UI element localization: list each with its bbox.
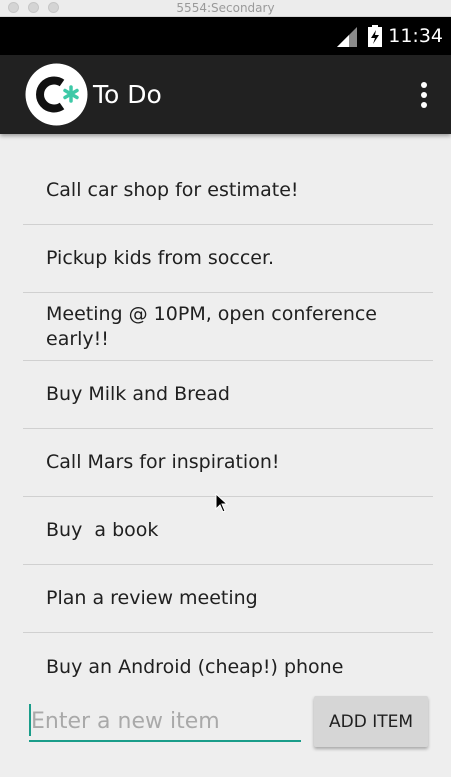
app-title: To Do: [93, 80, 162, 109]
overflow-menu-icon[interactable]: [414, 79, 434, 111]
status-bar: 11:34: [0, 17, 451, 55]
app-bar: To Do: [0, 55, 451, 134]
list-item[interactable]: Plan a review meeting: [23, 565, 433, 633]
mouse-pointer-icon: [215, 493, 229, 513]
window-title: 5554:Secondary: [176, 1, 275, 15]
text-caret: [29, 704, 31, 736]
todo-list[interactable]: Call car shop for estimate! Pickup kids …: [23, 157, 433, 685]
list-item[interactable]: Meeting @ 10PM, open conference early!!: [23, 293, 433, 361]
app-logo-icon: [25, 63, 88, 126]
list-item[interactable]: Call Mars for inspiration!: [23, 429, 433, 497]
new-item-input[interactable]: [29, 702, 301, 742]
signal-icon: [337, 27, 357, 47]
list-item[interactable]: Buy an Android (cheap!) phone: [23, 633, 433, 685]
emulator-title-bar: 5554:Secondary: [0, 0, 451, 17]
list-item[interactable]: Pickup kids from soccer.: [23, 225, 433, 293]
list-item[interactable]: Call car shop for estimate!: [23, 157, 433, 225]
battery-icon: [368, 25, 382, 47]
add-item-button[interactable]: ADD ITEM: [314, 696, 428, 747]
list-item[interactable]: Buy Milk and Bread: [23, 361, 433, 429]
status-time: 11:34: [388, 25, 443, 47]
